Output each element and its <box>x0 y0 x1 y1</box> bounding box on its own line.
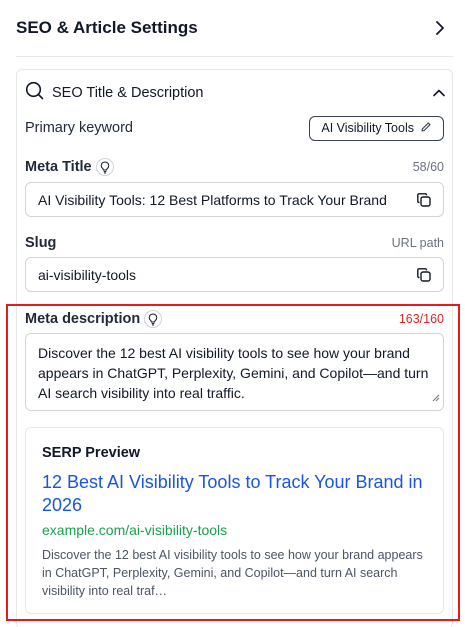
search-icon <box>25 81 44 105</box>
meta-description-counter: 163/160 <box>398 312 444 326</box>
meta-description-textarea[interactable]: Discover the 12 best AI visibility tools… <box>25 333 444 411</box>
meta-description-value: Discover the 12 best AI visibility tools… <box>38 345 429 401</box>
meta-title-value: AI Visibility Tools: 12 Best Platforms t… <box>38 191 387 208</box>
copy-icon[interactable] <box>415 191 433 209</box>
slug-value: ai-visibility-tools <box>38 266 137 283</box>
slug-row: Slug URL path <box>25 232 444 254</box>
slug-input[interactable]: ai-visibility-tools <box>25 257 444 292</box>
seo-settings-panel: SEO & Article Settings SEO Title & Descr… <box>0 0 465 627</box>
header-divider <box>16 56 453 57</box>
resize-handle-icon[interactable] <box>432 387 440 407</box>
chevron-up-icon[interactable] <box>433 84 445 102</box>
serp-preview-label: SERP Preview <box>42 445 141 461</box>
serp-title-link[interactable]: 12 Best AI Visibility Tools to Track You… <box>42 471 427 517</box>
primary-keyword-value: AI Visibility Tools <box>321 121 414 135</box>
primary-keyword-button[interactable]: AI Visibility Tools <box>309 115 444 141</box>
pencil-icon <box>420 121 432 136</box>
meta-description-label: Meta description <box>25 311 141 327</box>
meta-title-row: Meta Title 58/60 <box>25 156 444 178</box>
meta-title-counter: 58/60 <box>412 160 444 174</box>
panel-header[interactable]: SEO & Article Settings <box>16 14 448 42</box>
copy-icon[interactable] <box>415 266 433 284</box>
section-toggle[interactable]: SEO Title & Description <box>25 80 445 106</box>
slug-label: Slug <box>25 235 57 251</box>
primary-keyword-label: Primary keyword <box>25 120 133 136</box>
panel-title: SEO & Article Settings <box>16 18 198 37</box>
serp-description: Discover the 12 best AI visibility tools… <box>42 548 423 598</box>
slug-hint: URL path <box>391 236 444 250</box>
lightbulb-icon[interactable] <box>144 310 163 328</box>
meta-description-row: Meta description 163/160 <box>25 308 444 330</box>
primary-keyword-row: Primary keyword AI Visibility Tools <box>25 115 444 141</box>
meta-title-input[interactable]: AI Visibility Tools: 12 Best Platforms t… <box>25 182 444 217</box>
section-title: SEO Title & Description <box>52 85 204 101</box>
meta-title-label: Meta Title <box>25 159 92 175</box>
serp-preview: SERP Preview 12 Best AI Visibility Tools… <box>25 427 444 614</box>
serp-url: example.com/ai-visibility-tools <box>42 522 228 538</box>
lightbulb-icon[interactable] <box>95 158 114 176</box>
chevron-right-icon[interactable] <box>432 20 448 36</box>
